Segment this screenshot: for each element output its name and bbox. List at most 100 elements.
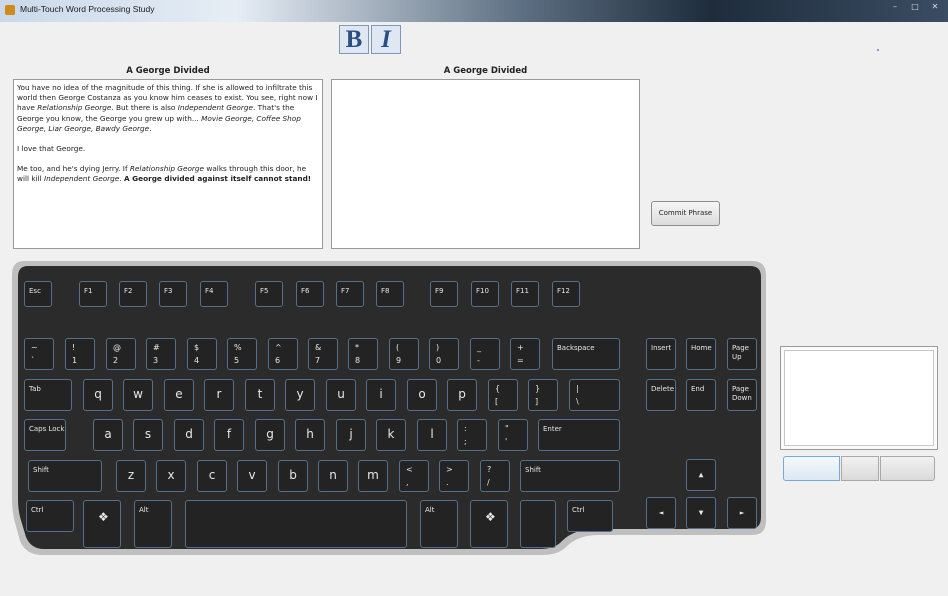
key-backslash[interactable]: | \ <box>569 379 620 411</box>
key-x[interactable]: x <box>156 460 186 492</box>
key-space[interactable] <box>185 500 407 548</box>
key-5[interactable]: % 5 <box>227 338 257 370</box>
touchpad-left-button[interactable] <box>783 456 840 481</box>
key-h[interactable]: h <box>295 419 325 451</box>
key-insert[interactable]: Insert <box>646 338 676 370</box>
key-u[interactable]: u <box>326 379 356 411</box>
touchpad-middle-button[interactable] <box>841 456 879 481</box>
key-8[interactable]: * 8 <box>348 338 378 370</box>
key-end[interactable]: End <box>686 379 716 411</box>
key-backspace[interactable]: Backspace <box>552 338 620 370</box>
key-0[interactable]: ) 0 <box>429 338 459 370</box>
key-pageup[interactable]: Page Up <box>727 338 757 370</box>
key-period[interactable]: >. <box>439 460 469 492</box>
key-delete[interactable]: Delete <box>646 379 676 411</box>
touchpad-surface[interactable] <box>780 346 938 450</box>
key-label: h <box>306 427 314 442</box>
key-2[interactable]: @2 <box>106 338 136 370</box>
key-quote[interactable]: " ' <box>498 419 528 451</box>
key-f7[interactable]: F7 <box>336 281 364 307</box>
touchpad-right-button[interactable] <box>880 456 935 481</box>
key-minus[interactable]: _ - <box>470 338 500 370</box>
key-1[interactable]: ! 1 <box>65 338 95 370</box>
key-w[interactable]: w <box>123 379 153 411</box>
key-s[interactable]: s <box>133 419 163 451</box>
key-f2[interactable]: F2 <box>119 281 147 307</box>
key-f8[interactable]: F8 <box>376 281 404 307</box>
key-y[interactable]: y <box>285 379 315 411</box>
key-n[interactable]: n <box>318 460 348 492</box>
key-enter[interactable]: Enter <box>538 419 620 451</box>
key-p[interactable]: p <box>447 379 477 411</box>
bold-button[interactable]: B <box>339 25 369 54</box>
key-b[interactable]: b <box>278 460 308 492</box>
key-g[interactable]: g <box>255 419 285 451</box>
key-e[interactable]: e <box>164 379 194 411</box>
key-z[interactable]: z <box>116 460 146 492</box>
key-f12[interactable]: F12 <box>552 281 580 307</box>
key-semicolon[interactable]: :; <box>457 419 487 451</box>
key-f11[interactable]: F11 <box>511 281 539 307</box>
key-l[interactable]: l <box>417 419 447 451</box>
key-r[interactable]: r <box>204 379 234 411</box>
key-c[interactable]: c <box>197 460 227 492</box>
key-f[interactable]: f <box>214 419 244 451</box>
key-down[interactable]: ▼ <box>686 497 716 529</box>
key-j[interactable]: j <box>336 419 366 451</box>
text-run: Relationship George <box>129 164 205 174</box>
key-backtick[interactable]: ~ ` <box>24 338 54 370</box>
key-rshift[interactable]: Shift <box>520 460 620 492</box>
key-tab[interactable]: Tab <box>24 379 72 411</box>
key-f6[interactable]: F6 <box>296 281 324 307</box>
close-icon[interactable]: ✕ <box>926 2 944 12</box>
key-lwin[interactable]: ❖ <box>83 500 121 548</box>
target-text-editor[interactable] <box>331 79 640 249</box>
key-k[interactable]: k <box>376 419 406 451</box>
key-up[interactable]: ▲ <box>686 459 716 491</box>
key-f1[interactable]: F1 <box>79 281 107 307</box>
key-shift-label: @ <box>113 343 121 352</box>
key-i[interactable]: i <box>366 379 396 411</box>
key-f5[interactable]: F5 <box>255 281 283 307</box>
key-equals[interactable]: + = <box>510 338 540 370</box>
key-menu[interactable] <box>520 500 556 548</box>
key-f10[interactable]: F10 <box>471 281 499 307</box>
key-rbracket[interactable]: }] <box>528 379 558 411</box>
key-9[interactable]: (9 <box>389 338 419 370</box>
italic-button[interactable]: I <box>371 25 401 54</box>
key-label: F7 <box>341 287 350 295</box>
key-t[interactable]: t <box>245 379 275 411</box>
key-m[interactable]: m <box>358 460 388 492</box>
key-ralt[interactable]: Alt <box>420 500 458 548</box>
key-lalt[interactable]: Alt <box>134 500 172 548</box>
key-f3[interactable]: F3 <box>159 281 187 307</box>
key-6[interactable]: ^ 6 <box>268 338 298 370</box>
key-f4[interactable]: F4 <box>200 281 228 307</box>
minimize-icon[interactable]: – <box>886 2 904 12</box>
key-q[interactable]: q <box>83 379 113 411</box>
key-lbracket[interactable]: {[ <box>488 379 518 411</box>
key-7[interactable]: & 7 <box>308 338 338 370</box>
key-lshift[interactable]: Shift <box>28 460 102 492</box>
key-pagedown[interactable]: Page Down <box>727 379 757 411</box>
key-right[interactable]: ► <box>727 497 757 529</box>
maximize-icon[interactable]: □ <box>906 2 924 12</box>
key-4[interactable]: $4 <box>187 338 217 370</box>
key-o[interactable]: o <box>407 379 437 411</box>
key-f9[interactable]: F9 <box>430 281 458 307</box>
key-comma[interactable]: <, <box>399 460 429 492</box>
key-3[interactable]: #3 <box>146 338 176 370</box>
key-v[interactable]: v <box>237 460 267 492</box>
key-slash[interactable]: ? / <box>480 460 510 492</box>
key-base-label: 8 <box>355 356 361 365</box>
key-capslock[interactable]: Caps Lock <box>24 419 66 451</box>
key-rctrl[interactable]: Ctrl <box>567 500 613 532</box>
commit-phrase-button[interactable]: Commit Phrase <box>651 201 720 226</box>
key-lctrl[interactable]: Ctrl <box>26 500 74 532</box>
key-a[interactable]: a <box>93 419 123 451</box>
key-rwin[interactable]: ❖ <box>470 500 508 548</box>
key-home[interactable]: Home <box>686 338 716 370</box>
key-left[interactable]: ◄ <box>646 497 676 529</box>
key-d[interactable]: d <box>174 419 204 451</box>
key-esc[interactable]: Esc <box>24 281 52 307</box>
